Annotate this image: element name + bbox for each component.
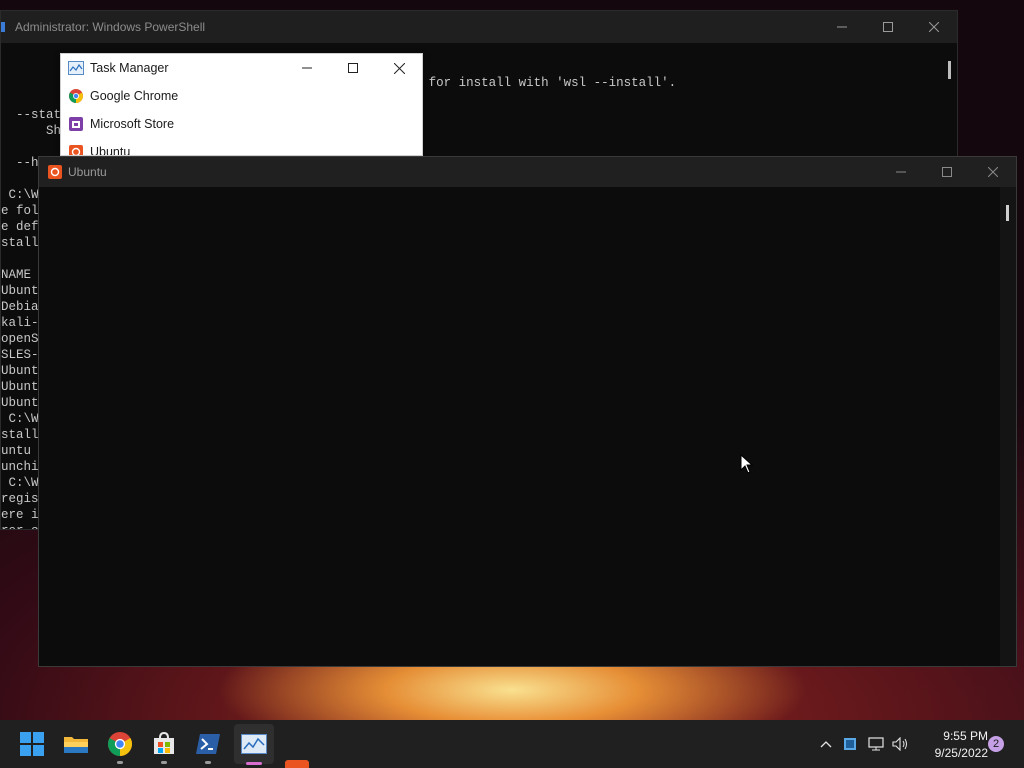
folder-icon — [64, 737, 88, 753]
task-switcher-popup[interactable]: Task Manager Google Chrome Microsoft Sto… — [60, 53, 423, 156]
powershell-minimize-button[interactable] — [819, 11, 865, 43]
switcher-item-label: Microsoft Store — [90, 117, 175, 131]
powershell-titlebar[interactable]: Administrator: Windows PowerShell — [1, 11, 957, 43]
taskbar-store[interactable] — [144, 720, 184, 768]
ubuntu-close-button[interactable] — [970, 157, 1016, 187]
running-indicator — [117, 761, 123, 764]
taskbar-file-explorer[interactable] — [56, 720, 96, 768]
mouse-cursor-icon — [740, 453, 754, 477]
switcher-close-button[interactable] — [376, 54, 422, 82]
maximize-icon — [883, 22, 893, 32]
switcher-item-label: Google Chrome — [90, 89, 179, 103]
volume-icon — [892, 737, 907, 751]
chrome-icon — [108, 732, 132, 756]
ubuntu-titlebar[interactable]: Ubuntu — [39, 157, 1016, 187]
powershell-app-icon — [1, 22, 5, 32]
store-icon — [68, 116, 84, 132]
switcher-item-chrome[interactable]: Google Chrome — [61, 82, 422, 110]
volume-button[interactable] — [890, 720, 912, 768]
chrome-icon — [68, 88, 84, 104]
switcher-item-store[interactable]: Microsoft Store — [61, 110, 422, 138]
switcher-item-label: Ubuntu — [90, 145, 131, 156]
powershell-maximize-button[interactable] — [865, 11, 911, 43]
taskbar-ubuntu-partial[interactable] — [285, 760, 309, 768]
taskbar-powershell[interactable] — [188, 720, 228, 768]
tray-app-icon — [844, 738, 856, 750]
task-manager-icon — [68, 60, 84, 76]
minimize-icon — [837, 26, 847, 28]
switcher-minimize-button[interactable] — [284, 54, 330, 82]
switcher-item-task-manager[interactable]: Task Manager — [61, 54, 422, 82]
running-indicator — [205, 761, 211, 764]
ubuntu-icon — [48, 165, 62, 179]
minimize-icon — [302, 67, 312, 69]
running-indicator — [161, 761, 167, 764]
notification-badge[interactable]: 2 — [988, 736, 1004, 752]
start-button[interactable] — [12, 720, 52, 768]
powershell-close-button[interactable] — [911, 11, 957, 43]
powershell-scrollbar-thumb[interactable] — [948, 61, 951, 79]
ubuntu-scrollbar-thumb[interactable] — [1006, 205, 1009, 221]
minimize-icon — [896, 171, 906, 173]
clock-time: 9:55 PM — [943, 729, 988, 743]
tray-app-icon[interactable] — [840, 720, 860, 768]
switcher-item-label: Task Manager — [90, 61, 169, 75]
switcher-maximize-button[interactable] — [330, 54, 376, 82]
show-hidden-icons-button[interactable] — [816, 720, 836, 768]
windows-start-icon — [20, 732, 44, 756]
task-manager-icon — [241, 734, 267, 754]
maximize-icon — [942, 167, 952, 177]
close-icon — [929, 22, 939, 32]
taskbar-clock[interactable]: 9:55 PM 9/25/2022 — [918, 728, 988, 762]
network-button[interactable] — [866, 720, 888, 768]
ubuntu-maximize-button[interactable] — [924, 157, 970, 187]
close-icon — [393, 62, 405, 74]
ubuntu-minimize-button[interactable] — [878, 157, 924, 187]
taskbar: 9:55 PM 9/25/2022 — [0, 720, 1024, 768]
maximize-icon — [348, 63, 358, 73]
ubuntu-window[interactable]: Ubuntu — [38, 156, 1017, 667]
ubuntu-terminal-area[interactable] — [39, 187, 1000, 666]
ubuntu-scrollbar[interactable] — [1000, 187, 1016, 666]
close-icon — [988, 167, 998, 177]
taskbar-chrome[interactable] — [100, 720, 140, 768]
chevron-up-icon — [820, 741, 832, 748]
store-icon — [154, 732, 174, 754]
ubuntu-icon — [68, 144, 84, 155]
active-indicator — [246, 762, 262, 765]
ubuntu-title: Ubuntu — [68, 165, 107, 179]
network-icon — [868, 737, 884, 751]
powershell-icon — [196, 734, 220, 754]
clock-date: 9/25/2022 — [934, 746, 988, 760]
taskbar-task-manager[interactable] — [234, 724, 274, 765]
powershell-title: Administrator: Windows PowerShell — [15, 20, 206, 34]
switcher-item-ubuntu[interactable]: Ubuntu — [61, 138, 422, 156]
